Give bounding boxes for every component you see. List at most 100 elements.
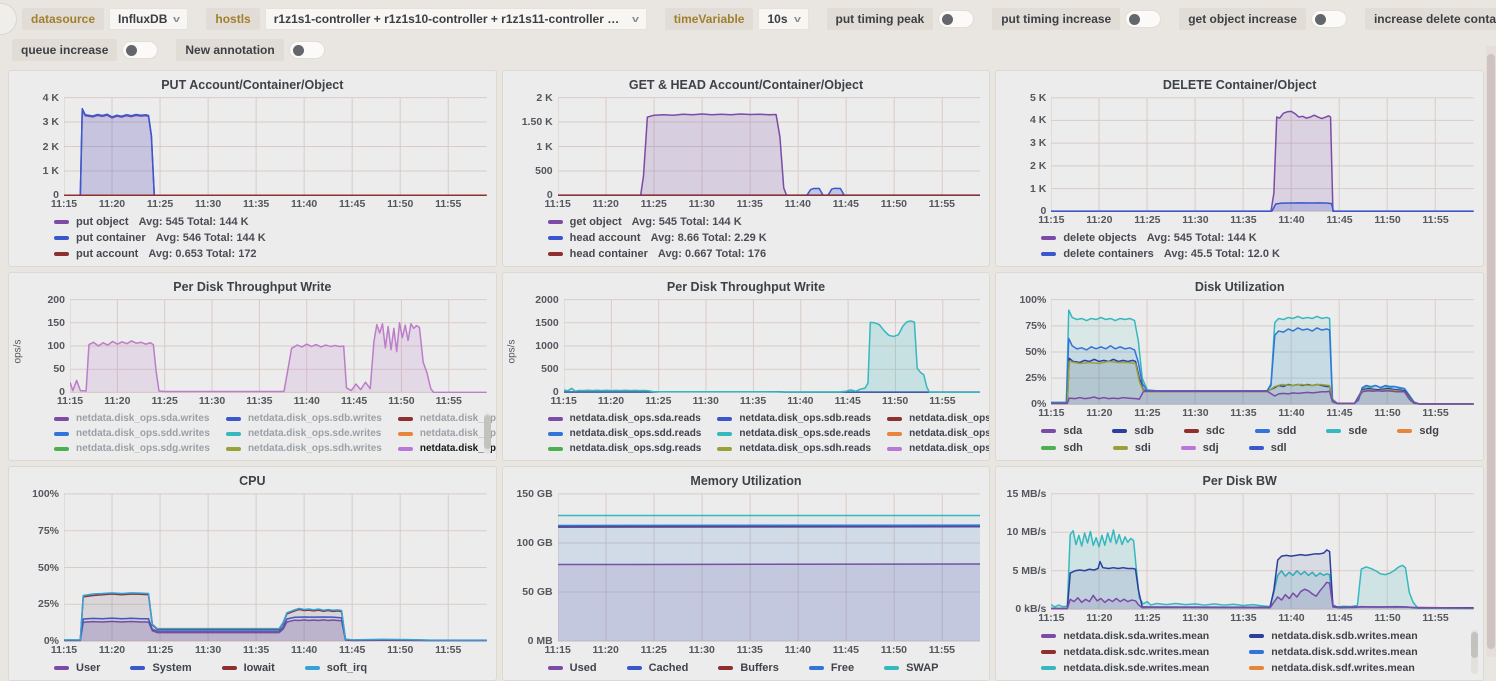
legend-item[interactable]: netdata.disk_ops.sda.writes: [54, 413, 220, 424]
panel-title-disk-util[interactable]: Disk Utilization: [1005, 277, 1474, 299]
toggle-get-object-increase: get object increase: [1179, 8, 1347, 30]
legend-item[interactable]: sdd: [1254, 425, 1307, 437]
legend-item[interactable]: netdata.disk_ops.sdc.reads: [887, 413, 989, 424]
legend-item[interactable]: netdata.disk_ops.sdi.writes: [397, 443, 496, 454]
chart-disk-read[interactable]: [563, 299, 981, 393]
toggle-switch[interactable]: [1310, 10, 1347, 28]
legend-scrollbar-thumb[interactable]: [1470, 632, 1478, 658]
legend-item[interactable]: Used: [547, 662, 607, 674]
legend-item[interactable]: netdata.disk.sdf.writes.mean: [1249, 662, 1427, 674]
axis-tick-label: 11:55: [1422, 407, 1449, 419]
legend-item[interactable]: delete objects Avg: 545 Total: 144 K: [1041, 232, 1257, 244]
legend-item[interactable]: put container Avg: 546 Total: 144 K: [54, 232, 266, 244]
panel-title-cpu[interactable]: CPU: [18, 471, 487, 493]
legend-item[interactable]: netdata.disk.sdd.writes.mean: [1249, 646, 1427, 658]
legend-scrollbar-thumb[interactable]: [483, 415, 491, 449]
chart-put[interactable]: [64, 97, 487, 196]
toggle-switch[interactable]: [288, 41, 325, 59]
legend-item[interactable]: netdata.disk_ops.sdi.reads: [887, 443, 989, 454]
legend-series-swatch: [547, 220, 563, 224]
legend-item[interactable]: sdi: [1112, 442, 1161, 454]
legend-item[interactable]: Buffers: [718, 662, 789, 674]
toggle-switch[interactable]: [122, 41, 159, 59]
legend-item[interactable]: User: [54, 662, 110, 674]
panel-title-put[interactable]: PUT Account/Container/Object: [18, 75, 487, 97]
legend-item[interactable]: sdb: [1112, 425, 1164, 437]
chart-memory[interactable]: [557, 493, 981, 642]
legend-item[interactable]: netdata.disk_ops.sdd.reads: [547, 428, 712, 439]
panel-title-disk-bw[interactable]: Per Disk BW: [1005, 471, 1474, 493]
legend-item[interactable]: netdata.disk_ops.sda.reads: [547, 413, 712, 424]
legend-scrollbar[interactable]: [1470, 630, 1478, 674]
toggle-switch[interactable]: [1125, 10, 1162, 28]
legend-item[interactable]: sda: [1041, 425, 1092, 437]
datasource-dropdown[interactable]: InfluxDB v: [109, 8, 189, 30]
legend-item[interactable]: head account Avg: 8.66 Total: 2.29 K: [547, 232, 767, 244]
legend-series-stats: Avg: 546 Total: 144 K: [155, 232, 266, 244]
toggle-label: put timing peak: [826, 8, 934, 30]
chart-disk-write[interactable]: [70, 299, 487, 393]
chart-get[interactable]: [557, 97, 981, 196]
legend-item[interactable]: head container Avg: 0.667 Total: 176: [547, 248, 766, 260]
legend-item[interactable]: netdata.disk.sdb.writes.mean: [1249, 630, 1427, 642]
legend-scrollbar[interactable]: [483, 413, 491, 454]
legend-item[interactable]: put account Avg: 0.653 Total: 172: [54, 248, 257, 260]
panel-title-delete[interactable]: DELETE Container/Object: [1005, 75, 1474, 97]
page-scrollbar-thumb[interactable]: [1487, 54, 1495, 649]
legend-item[interactable]: netdata.disk_ops.sde.writes: [225, 428, 392, 439]
legend-item[interactable]: netdata.disk_ops.sdb.writes: [225, 413, 392, 424]
legend-item[interactable]: Free: [808, 662, 864, 674]
legend-series-swatch: [1397, 429, 1413, 433]
page-scrollbar[interactable]: [1486, 46, 1496, 657]
axis-tick-label: 11:50: [1374, 214, 1401, 226]
legend-item[interactable]: netdata.disk_ops.sdh.writes: [225, 443, 392, 454]
panel-title-disk-write[interactable]: Per Disk Throughput Write: [18, 277, 487, 299]
legend-item[interactable]: netdata.disk_ops.sde.reads: [717, 428, 881, 439]
chart-delete[interactable]: [1051, 97, 1474, 212]
legend-item[interactable]: sdc: [1183, 425, 1235, 437]
axis-tick-label: 150: [47, 316, 65, 329]
legend-item[interactable]: netdata.disk_ops.sdb.reads: [717, 413, 881, 424]
chart-disk-util[interactable]: [1051, 299, 1474, 405]
toggle-switch[interactable]: [938, 10, 975, 28]
hosts-dropdown[interactable]: r1z1s1-controller + r1z1s10-controller +…: [264, 8, 647, 30]
axis-tick-label: 4 K: [42, 91, 59, 104]
legend-item[interactable]: netdata.disk_ops.sdf.reads: [887, 428, 989, 439]
panel-title-memory[interactable]: Memory Utilization: [512, 471, 981, 493]
legend-item[interactable]: Cached: [626, 662, 699, 674]
legend-item[interactable]: netdata.disk.sde.writes.mean: [1041, 662, 1219, 674]
legend-item[interactable]: sdh: [1041, 442, 1093, 454]
legend-item[interactable]: SWAP: [884, 662, 948, 674]
legend-item[interactable]: sdl: [1248, 442, 1297, 454]
legend-item[interactable]: sdg: [1397, 425, 1449, 437]
legend-item[interactable]: netdata.disk_ops.sdg.writes: [54, 443, 220, 454]
legend-item[interactable]: put object Avg: 545 Total: 144 K: [54, 216, 249, 228]
legend-series-name: sdg: [1419, 425, 1439, 437]
legend-item[interactable]: netdata.disk_ops.sdh.reads: [717, 443, 881, 454]
legend-item[interactable]: soft_irq: [304, 662, 377, 674]
time-dropdown[interactable]: 10s v: [758, 8, 809, 30]
toggle-new-annotation: New annotation: [176, 39, 325, 61]
axis-tick-label: 11:40: [1278, 612, 1305, 624]
panel-title-get[interactable]: GET & HEAD Account/Container/Object: [512, 75, 981, 97]
chart-cpu[interactable]: [64, 493, 487, 642]
legend-item[interactable]: netdata.disk.sdc.writes.mean: [1041, 646, 1219, 658]
legend-item[interactable]: netdata.disk_ops.sdc.writes: [397, 413, 496, 424]
legend-item[interactable]: sdj: [1180, 442, 1229, 454]
panel-title-disk-read[interactable]: Per Disk Throughput Write: [512, 277, 981, 299]
chart-disk-bw[interactable]: [1051, 493, 1474, 610]
legend-item[interactable]: Iowait: [221, 662, 285, 674]
legend-item[interactable]: get object Avg: 545 Total: 144 K: [547, 216, 742, 228]
legend-item[interactable]: netdata.disk_ops.sdd.writes: [54, 428, 220, 439]
dashboard-grid: PUT Account/Container/Object 0 1 K2 K3 K4 …: [8, 70, 1484, 681]
toggle-knob: [292, 44, 304, 56]
axis-tick-label: 11:35: [736, 644, 763, 656]
legend-item[interactable]: delete containers Avg: 45.5 Total: 12.0 K: [1041, 248, 1280, 260]
legend-item[interactable]: System: [130, 662, 201, 674]
legend-item[interactable]: netdata.disk_ops.sdg.reads: [547, 443, 712, 454]
axis-tick-label: 11:15: [1038, 612, 1065, 624]
legend-item[interactable]: netdata.disk_ops.sdf.writes: [397, 428, 496, 439]
legend-item[interactable]: sde: [1326, 425, 1377, 437]
legend-item[interactable]: netdata.disk.sda.writes.mean: [1041, 630, 1219, 642]
legend-series-name: Cached: [648, 662, 689, 674]
